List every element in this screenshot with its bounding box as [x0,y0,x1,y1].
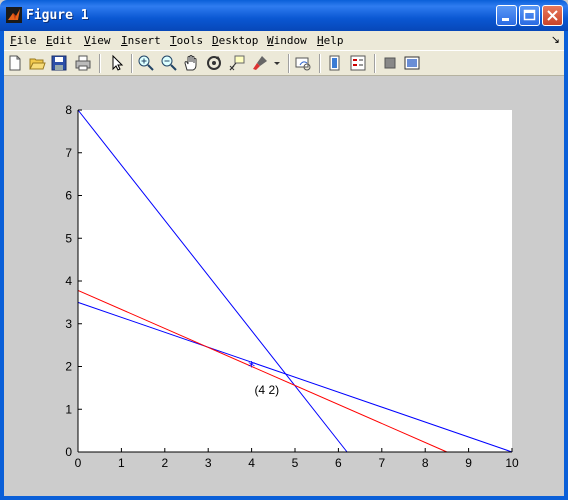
save-icon[interactable] [50,54,68,72]
window-frame-bottom [0,496,568,500]
toolbar-separator [288,54,290,73]
menu-insert[interactable]: Insert [121,34,161,47]
rotate-3d-icon[interactable] [205,54,223,72]
toolbar-separator [319,54,321,73]
zoom-in-icon[interactable] [137,54,155,72]
maximize-button[interactable] [519,5,540,26]
data-cursor-icon[interactable] [228,54,246,72]
menu-desktop[interactable]: Desktop [212,34,258,47]
menu-help[interactable]: Help [317,34,344,47]
open-file-icon[interactable] [28,54,46,72]
window-frame-right [564,31,568,500]
figure-canvas [4,77,564,496]
menu-bar: File Edit View Insert Tools Desktop Wind… [4,31,564,50]
maximize-icon [523,9,536,21]
toolbar-separator [131,54,133,73]
figure-window: Figure 1 File Edit View Insert Tools Des… [0,0,568,500]
menu-edit[interactable]: Edit [46,34,73,47]
hide-plot-tools-icon[interactable] [381,54,399,72]
title-bar[interactable]: Figure 1 [0,0,568,31]
insert-colorbar-icon[interactable] [326,54,344,72]
menu-file[interactable]: File [10,34,37,47]
minimize-icon [502,18,509,21]
matlab-icon [6,7,22,23]
close-icon [547,10,558,21]
toolbar-separator [99,54,101,73]
close-button[interactable] [542,5,563,26]
insert-legend-icon[interactable] [349,54,367,72]
edit-plot-arrow-icon[interactable] [108,54,126,72]
figure-toolbar [4,50,564,76]
menu-window[interactable]: Window [267,34,307,47]
brush-icon[interactable] [251,54,269,72]
new-figure-icon[interactable] [6,54,24,72]
minimize-button[interactable] [496,5,517,26]
window-title: Figure 1 [26,8,89,23]
toolbar-separator [374,54,376,73]
menu-view[interactable]: View [84,34,111,47]
link-plot-icon[interactable] [294,54,312,72]
show-plot-tools-icon[interactable] [403,54,421,72]
print-icon[interactable] [74,54,92,72]
menu-tools[interactable]: Tools [170,34,203,47]
pan-hand-icon[interactable] [182,54,200,72]
dock-arrow-icon[interactable]: ↘ [551,33,560,46]
zoom-out-icon[interactable] [160,54,178,72]
brush-dropdown-icon[interactable] [272,54,282,72]
